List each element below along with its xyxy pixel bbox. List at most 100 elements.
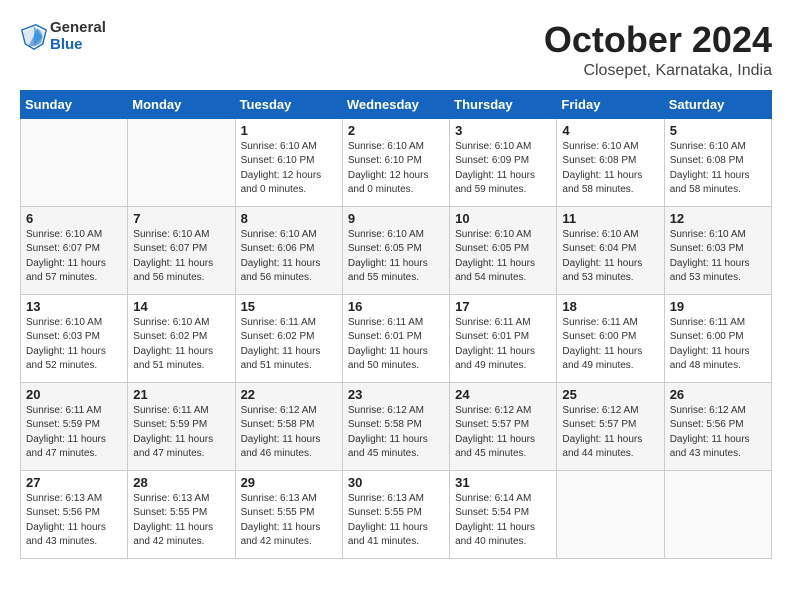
- calendar-cell: 18Sunrise: 6:11 AM Sunset: 6:00 PM Dayli…: [557, 294, 664, 382]
- day-info: Sunrise: 6:13 AM Sunset: 5:55 PM Dayligh…: [241, 492, 337, 550]
- calendar-cell: 8 Sunrise: 6:10 AM Sunset: 6:06 PM Daylig…: [235, 206, 342, 294]
- day-number: 2: [348, 123, 444, 138]
- day-info: Sunrise: 6:11 AM Sunset: 6:01 PM Dayligh…: [348, 316, 444, 374]
- day-number: 20: [26, 387, 122, 402]
- calendar-cell: 13Sunrise: 6:10 AM Sunset: 6:03 PM Dayli…: [21, 294, 128, 382]
- calendar-cell: [664, 470, 771, 558]
- calendar-cell: 28 Sunrise: 6:13 AM Sunset: 5:55 PM Dayli…: [128, 470, 235, 558]
- day-number: 3: [455, 123, 551, 138]
- logo-general-text: General: [50, 20, 106, 37]
- day-info: Sunrise: 6:11 AM Sunset: 5:59 PM Dayligh…: [133, 404, 229, 462]
- day-info: Sunrise: 6:10 AM Sunset: 6:08 PM Dayligh…: [670, 140, 766, 198]
- day-number: 9: [348, 211, 444, 226]
- calendar-cell: 27 Sunrise: 6:13 AM Sunset: 5:56 PM Dayli…: [21, 470, 128, 558]
- day-number: 11: [562, 211, 658, 226]
- logo-blue-text: Blue: [50, 37, 106, 54]
- weekday-header-tuesday: Tuesday: [235, 90, 342, 118]
- day-number: 6: [26, 211, 122, 226]
- calendar-cell: [21, 118, 128, 206]
- calendar-cell: 20Sunrise: 6:11 AM Sunset: 5:59 PM Dayli…: [21, 382, 128, 470]
- weekday-header-monday: Monday: [128, 90, 235, 118]
- calendar-cell: [128, 118, 235, 206]
- calendar-cell: 31Sunrise: 6:14 AM Sunset: 5:54 PM Dayli…: [450, 470, 557, 558]
- calendar-cell: 25 Sunrise: 6:12 AM Sunset: 5:57 PM Dayli…: [557, 382, 664, 470]
- day-number: 17: [455, 299, 551, 314]
- day-info: Sunrise: 6:11 AM Sunset: 6:00 PM Dayligh…: [562, 316, 658, 374]
- calendar-cell: 30Sunrise: 6:13 AM Sunset: 5:55 PM Dayli…: [342, 470, 449, 558]
- day-number: 14: [133, 299, 229, 314]
- day-number: 23: [348, 387, 444, 402]
- day-info: Sunrise: 6:12 AM Sunset: 5:56 PM Dayligh…: [670, 404, 766, 462]
- calendar-cell: 10 Sunrise: 6:10 AM Sunset: 6:05 PM Dayli…: [450, 206, 557, 294]
- day-number: 15: [241, 299, 337, 314]
- day-info: Sunrise: 6:11 AM Sunset: 6:02 PM Dayligh…: [241, 316, 337, 374]
- day-number: 5: [670, 123, 766, 138]
- calendar-cell: 6 Sunrise: 6:10 AM Sunset: 6:07 PM Daylig…: [21, 206, 128, 294]
- logo: General Blue: [20, 20, 106, 53]
- day-info: Sunrise: 6:10 AM Sunset: 6:06 PM Dayligh…: [241, 228, 337, 286]
- calendar-cell: 3 Sunrise: 6:10 AM Sunset: 6:09 PM Daylig…: [450, 118, 557, 206]
- calendar-cell: 21 Sunrise: 6:11 AM Sunset: 5:59 PM Dayli…: [128, 382, 235, 470]
- day-info: Sunrise: 6:13 AM Sunset: 5:55 PM Dayligh…: [348, 492, 444, 550]
- day-number: 8: [241, 211, 337, 226]
- day-number: 28: [133, 475, 229, 490]
- calendar-cell: 15 Sunrise: 6:11 AM Sunset: 6:02 PM Dayli…: [235, 294, 342, 382]
- calendar-table: SundayMondayTuesdayWednesdayThursdayFrid…: [20, 90, 772, 559]
- day-info: Sunrise: 6:10 AM Sunset: 6:08 PM Dayligh…: [562, 140, 658, 198]
- calendar-cell: 29 Sunrise: 6:13 AM Sunset: 5:55 PM Dayli…: [235, 470, 342, 558]
- day-info: Sunrise: 6:10 AM Sunset: 6:07 PM Dayligh…: [26, 228, 122, 286]
- calendar-cell: 19 Sunrise: 6:11 AM Sunset: 6:00 PM Dayli…: [664, 294, 771, 382]
- calendar-cell: 14 Sunrise: 6:10 AM Sunset: 6:02 PM Dayli…: [128, 294, 235, 382]
- day-info: Sunrise: 6:12 AM Sunset: 5:57 PM Dayligh…: [455, 404, 551, 462]
- calendar-cell: 5 Sunrise: 6:10 AM Sunset: 6:08 PM Daylig…: [664, 118, 771, 206]
- weekday-header-saturday: Saturday: [664, 90, 771, 118]
- day-info: Sunrise: 6:11 AM Sunset: 6:01 PM Dayligh…: [455, 316, 551, 374]
- day-number: 22: [241, 387, 337, 402]
- day-number: 27: [26, 475, 122, 490]
- day-info: Sunrise: 6:10 AM Sunset: 6:09 PM Dayligh…: [455, 140, 551, 198]
- calendar-cell: 11 Sunrise: 6:10 AM Sunset: 6:04 PM Dayli…: [557, 206, 664, 294]
- calendar-cell: 16 Sunrise: 6:11 AM Sunset: 6:01 PM Dayli…: [342, 294, 449, 382]
- calendar-cell: 12 Sunrise: 6:10 AM Sunset: 6:03 PM Dayli…: [664, 206, 771, 294]
- day-number: 1: [241, 123, 337, 138]
- calendar-cell: [557, 470, 664, 558]
- calendar-cell: 1 Sunrise: 6:10 AM Sunset: 6:10 PM Daylig…: [235, 118, 342, 206]
- calendar-cell: 22 Sunrise: 6:12 AM Sunset: 5:58 PM Dayli…: [235, 382, 342, 470]
- location-subtitle: Closepet, Karnataka, India: [544, 62, 772, 80]
- day-info: Sunrise: 6:12 AM Sunset: 5:58 PM Dayligh…: [241, 404, 337, 462]
- day-number: 10: [455, 211, 551, 226]
- generalblue-logo-icon: [20, 23, 48, 51]
- day-info: Sunrise: 6:12 AM Sunset: 5:58 PM Dayligh…: [348, 404, 444, 462]
- day-info: Sunrise: 6:13 AM Sunset: 5:56 PM Dayligh…: [26, 492, 122, 550]
- day-info: Sunrise: 6:12 AM Sunset: 5:57 PM Dayligh…: [562, 404, 658, 462]
- day-info: Sunrise: 6:10 AM Sunset: 6:05 PM Dayligh…: [455, 228, 551, 286]
- weekday-header-wednesday: Wednesday: [342, 90, 449, 118]
- day-number: 12: [670, 211, 766, 226]
- day-info: Sunrise: 6:10 AM Sunset: 6:02 PM Dayligh…: [133, 316, 229, 374]
- day-number: 25: [562, 387, 658, 402]
- weekday-header-friday: Friday: [557, 90, 664, 118]
- weekday-header-thursday: Thursday: [450, 90, 557, 118]
- calendar-cell: 17 Sunrise: 6:11 AM Sunset: 6:01 PM Dayli…: [450, 294, 557, 382]
- day-info: Sunrise: 6:10 AM Sunset: 6:10 PM Dayligh…: [241, 140, 337, 198]
- day-number: 7: [133, 211, 229, 226]
- day-info: Sunrise: 6:10 AM Sunset: 6:03 PM Dayligh…: [26, 316, 122, 374]
- day-info: Sunrise: 6:10 AM Sunset: 6:04 PM Dayligh…: [562, 228, 658, 286]
- weekday-header-sunday: Sunday: [21, 90, 128, 118]
- day-number: 31: [455, 475, 551, 490]
- calendar-cell: 7Sunrise: 6:10 AM Sunset: 6:07 PM Daylig…: [128, 206, 235, 294]
- day-number: 19: [670, 299, 766, 314]
- day-info: Sunrise: 6:11 AM Sunset: 6:00 PM Dayligh…: [670, 316, 766, 374]
- calendar-cell: 23 Sunrise: 6:12 AM Sunset: 5:58 PM Dayli…: [342, 382, 449, 470]
- day-number: 21: [133, 387, 229, 402]
- day-number: 4: [562, 123, 658, 138]
- day-info: Sunrise: 6:13 AM Sunset: 5:55 PM Dayligh…: [133, 492, 229, 550]
- calendar-cell: 4 Sunrise: 6:10 AM Sunset: 6:08 PM Daylig…: [557, 118, 664, 206]
- day-info: Sunrise: 6:10 AM Sunset: 6:03 PM Dayligh…: [670, 228, 766, 286]
- day-number: 16: [348, 299, 444, 314]
- calendar-cell: 2Sunrise: 6:10 AM Sunset: 6:10 PM Daylig…: [342, 118, 449, 206]
- day-number: 29: [241, 475, 337, 490]
- calendar-cell: 9Sunrise: 6:10 AM Sunset: 6:05 PM Daylig…: [342, 206, 449, 294]
- month-title: October 2024: [544, 20, 772, 60]
- day-number: 24: [455, 387, 551, 402]
